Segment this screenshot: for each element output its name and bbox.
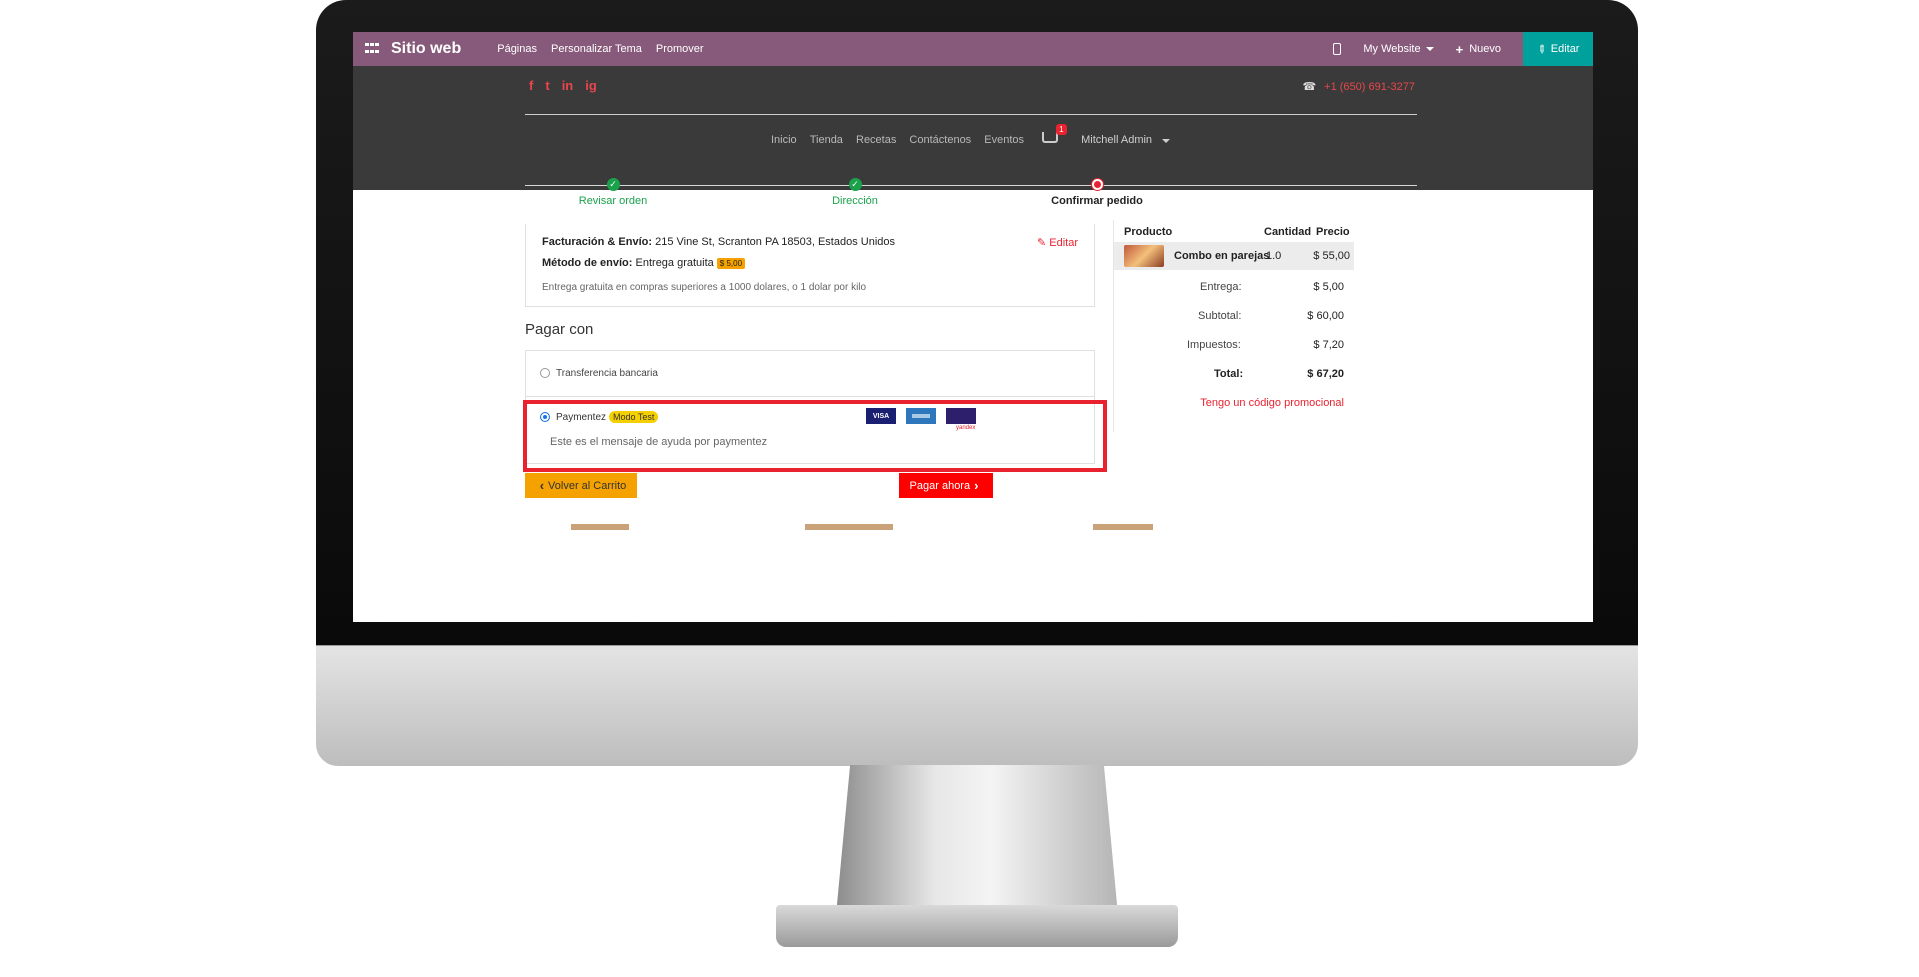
new-button-label: Nuevo bbox=[1469, 43, 1501, 55]
phone-icon: ☎ bbox=[1302, 81, 1317, 93]
payment-option-transfer[interactable]: Transferencia bancaria bbox=[525, 350, 1095, 397]
highlight-box bbox=[523, 400, 1107, 472]
method-price-badge: $ 5,00 bbox=[716, 258, 746, 269]
admin-menu-pages[interactable]: Páginas bbox=[497, 43, 537, 55]
admin-bar: Sitio web Páginas Personalizar Tema Prom… bbox=[353, 32, 1593, 66]
admin-menu-customize-theme[interactable]: Personalizar Tema bbox=[551, 43, 642, 55]
address-card: Facturación & Envío: 215 Vine St, Scrant… bbox=[525, 224, 1095, 307]
nav-item-inicio[interactable]: Inicio bbox=[771, 134, 797, 146]
wizard-step-label: Confirmar pedido bbox=[1051, 195, 1143, 207]
taxes-label: Impuestos: bbox=[1187, 339, 1241, 351]
user-name: Mitchell Admin bbox=[1081, 134, 1153, 146]
linkedin-icon[interactable]: in bbox=[562, 78, 574, 93]
wizard-step-confirm: Confirmar pedido bbox=[1017, 178, 1177, 207]
check-icon: ✓ bbox=[848, 178, 862, 191]
site-header: f t in ig ☎ +1 (650) 691-3277 Inicio Tien… bbox=[353, 66, 1593, 190]
nav-item-recetas[interactable]: Recetas bbox=[856, 134, 896, 146]
admin-brand[interactable]: Sitio web bbox=[391, 40, 461, 58]
chevron-down-icon bbox=[1162, 139, 1171, 143]
total-label: Total: bbox=[1214, 368, 1244, 380]
summary-header-quantity: Cantidad bbox=[1264, 226, 1312, 238]
summary-header-product: Producto bbox=[1124, 226, 1173, 238]
product-quantity: 1.0 bbox=[1266, 250, 1282, 262]
edit-address-link[interactable]: ✎ Editar bbox=[1037, 236, 1078, 249]
facebook-icon[interactable]: f bbox=[529, 78, 533, 93]
shipping-note: Entrega gratuita en compras superiores a… bbox=[542, 282, 867, 293]
header-phone[interactable]: ☎ +1 (650) 691-3277 bbox=[1302, 80, 1415, 93]
subtotal-label: Subtotal: bbox=[1198, 310, 1242, 322]
product-price: $ 55,00 bbox=[1313, 250, 1350, 262]
nav-item-contactenos[interactable]: Contáctenos bbox=[909, 134, 971, 146]
method-label: Método de envío: bbox=[542, 257, 633, 269]
billing-label: Facturación & Envío: bbox=[542, 236, 653, 248]
monitor-base bbox=[776, 905, 1178, 947]
social-links: f t in ig bbox=[529, 78, 597, 93]
admin-menu-promote[interactable]: Promover bbox=[656, 43, 704, 55]
wizard-step-label: Revisar orden bbox=[578, 195, 648, 207]
screen: Sitio web Páginas Personalizar Tema Prom… bbox=[353, 32, 1593, 622]
cart-link[interactable]: 1 bbox=[1037, 124, 1067, 146]
header-divider bbox=[525, 114, 1417, 115]
payment-option-row: Transferencia bancaria bbox=[540, 368, 658, 379]
phone-number: +1 (650) 691-3277 bbox=[1324, 81, 1415, 93]
monitor-stand bbox=[836, 765, 1118, 915]
payment-title: Pagar con bbox=[525, 321, 594, 338]
cart-count-badge: 1 bbox=[1056, 124, 1067, 135]
payment-option-label: Transferencia bancaria bbox=[556, 368, 658, 379]
subtotal-value: $ 60,00 bbox=[1307, 310, 1344, 322]
chevron-left-icon: ‹ bbox=[539, 478, 545, 493]
website-switcher[interactable]: My Website bbox=[1363, 43, 1434, 55]
edit-button-label: Editar bbox=[1550, 43, 1580, 55]
taxes-value: $ 7,20 bbox=[1313, 339, 1344, 351]
website-switcher-label: My Website bbox=[1363, 43, 1421, 55]
plus-icon: + bbox=[1455, 41, 1464, 57]
summary-product-row: Combo en parejas 1.0 $ 55,00 bbox=[1114, 242, 1354, 270]
summary-header-price: Precio bbox=[1316, 226, 1350, 238]
edit-button[interactable]: ✎ Editar bbox=[1523, 32, 1593, 66]
product-thumbnail bbox=[1124, 245, 1164, 267]
mobile-icon bbox=[1333, 43, 1342, 55]
method-value: Entrega gratuita bbox=[635, 257, 714, 269]
instagram-icon[interactable]: ig bbox=[585, 78, 597, 93]
user-menu[interactable]: Mitchell Admin bbox=[1076, 134, 1175, 146]
product-name[interactable]: Combo en parejas bbox=[1174, 250, 1269, 262]
current-step-icon bbox=[1090, 178, 1104, 191]
order-summary: Producto Cantidad Precio Combo en pareja… bbox=[1113, 220, 1354, 432]
chevron-down-icon bbox=[1425, 47, 1434, 51]
back-button-label: Volver al Carrito bbox=[548, 479, 627, 492]
apps-grid-icon[interactable] bbox=[365, 43, 379, 55]
nav-item-tienda[interactable]: Tienda bbox=[810, 134, 843, 146]
wizard-step-review[interactable]: ✓ Revisar orden bbox=[533, 178, 693, 207]
mobile-preview-button[interactable] bbox=[1333, 43, 1342, 55]
shipping-method-row: Método de envío: Entrega gratuita $ 5,00 bbox=[542, 257, 746, 269]
chevron-right-icon: › bbox=[974, 478, 979, 493]
check-icon: ✓ bbox=[606, 178, 620, 191]
new-button[interactable]: + Nuevo bbox=[1456, 42, 1501, 57]
edit-address-label: Editar bbox=[1049, 237, 1078, 249]
back-to-cart-button[interactable]: ‹ Volver al Carrito bbox=[525, 473, 637, 498]
radio-transfer[interactable] bbox=[540, 368, 550, 379]
billing-value: 215 Vine St, Scranton PA 18503, Estados … bbox=[655, 236, 896, 248]
pencil-icon: ✎ bbox=[1533, 41, 1549, 57]
edit-icon: ✎ bbox=[1036, 237, 1047, 249]
delivery-label: Entrega: bbox=[1200, 281, 1242, 293]
monitor-chin bbox=[316, 645, 1638, 766]
total-value: $ 67,20 bbox=[1307, 368, 1344, 380]
twitter-icon[interactable]: t bbox=[545, 78, 549, 93]
footer-image-strip bbox=[353, 524, 1593, 534]
main-nav: Inicio Tienda Recetas Contáctenos Evento… bbox=[353, 124, 1593, 146]
promo-code-link[interactable]: Tengo un código promocional bbox=[1200, 397, 1344, 409]
billing-shipping-row: Facturación & Envío: 215 Vine St, Scrant… bbox=[542, 236, 895, 248]
pay-button-label: Pagar ahora bbox=[909, 479, 971, 492]
wizard-step-address[interactable]: ✓ Dirección bbox=[775, 178, 935, 207]
nav-item-eventos[interactable]: Eventos bbox=[984, 134, 1024, 146]
pay-now-button[interactable]: Pagar ahora › bbox=[899, 473, 993, 498]
delivery-value: $ 5,00 bbox=[1313, 281, 1344, 293]
wizard-step-label: Dirección bbox=[832, 195, 878, 207]
